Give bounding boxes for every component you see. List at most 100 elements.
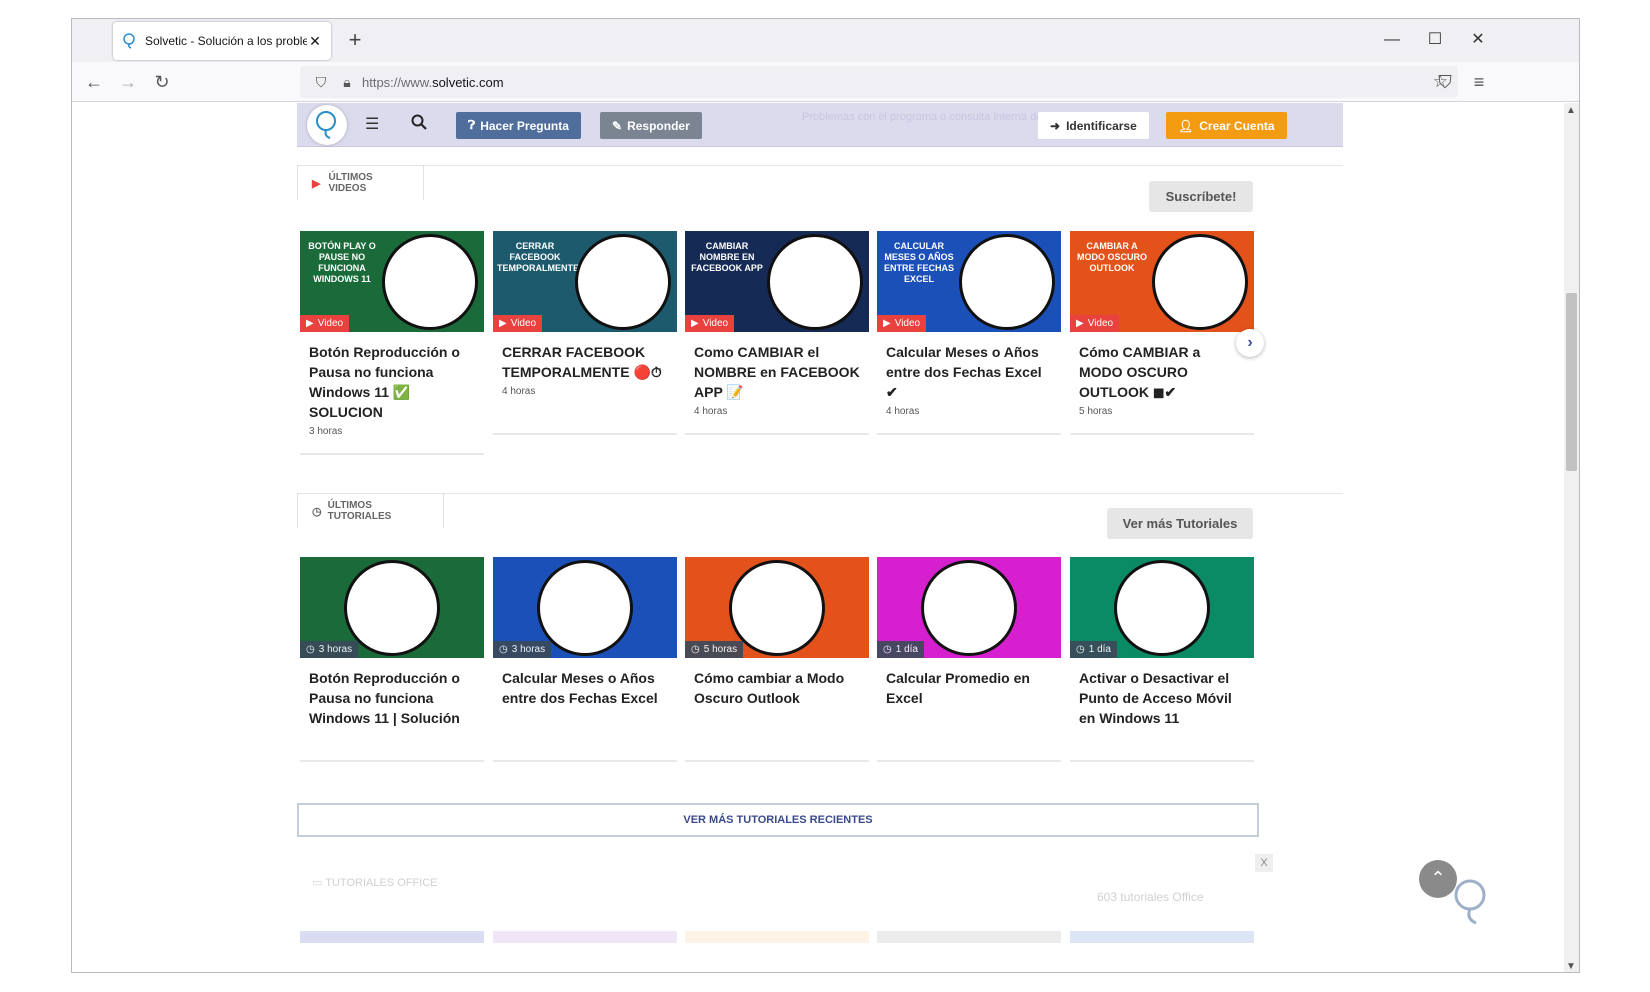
latest-videos-tab[interactable]: ▶ ÚLTIMOS VIDEOS <box>297 165 424 200</box>
tutorial-card[interactable]: ◷ 1 día Calcular Promedio en Excel <box>877 557 1061 708</box>
tutorial-thumbnail[interactable]: ◷ 3 horas <box>493 557 677 658</box>
solvetic-watermark-icon <box>1446 873 1496 933</box>
tutorial-card[interactable]: ◷ 5 horas Cómo cambiar a Modo Oscuro Outl… <box>685 557 869 708</box>
thumbnail-illustration <box>382 234 478 330</box>
play-icon: ▶ <box>306 318 314 329</box>
video-thumbnail[interactable]: BOTÓN PLAY O PAUSE NO FUNCIONA WINDOWS 1… <box>300 231 484 332</box>
tutorial-title[interactable]: Calcular Meses o Años entre dos Fechas E… <box>493 658 677 708</box>
signup-button[interactable]: 👤︎ Crear Cuenta <box>1166 112 1287 139</box>
more-tutorials-button[interactable]: Ver más Tutoriales <box>1107 508 1253 539</box>
office-thumb[interactable] <box>685 931 869 943</box>
scroll-up-icon[interactable]: ▲ <box>1566 105 1576 116</box>
more-recent-tutorials-button[interactable]: VER MÁS TUTORIALES RECIENTES <box>297 803 1259 837</box>
video-card[interactable]: CALCULAR MESES O AÑOS ENTRE FECHAS EXCEL… <box>877 231 1061 417</box>
forward-icon[interactable]: → <box>114 69 142 95</box>
pocket-icon[interactable]: ⛉ <box>1431 69 1459 95</box>
subscribe-button[interactable]: Suscríbete! <box>1149 181 1253 212</box>
scrollbar-thumb[interactable] <box>1566 293 1577 471</box>
back-icon[interactable]: ← <box>80 69 108 95</box>
latest-videos-label: ÚLTIMOS VIDEOS <box>328 172 373 194</box>
thumbnail-illustration <box>921 560 1017 656</box>
tutorial-time-badge: ◷ 5 horas <box>685 641 744 658</box>
play-icon: ▶ <box>499 318 507 329</box>
video-card[interactable]: BOTÓN PLAY O PAUSE NO FUNCIONA WINDOWS 1… <box>300 231 484 437</box>
vertical-scrollbar[interactable]: ▲ ▼ <box>1564 103 1579 972</box>
tutorial-title[interactable]: Activar o Desactivar el Punto de Acceso … <box>1070 658 1254 728</box>
latest-tutorials-tab[interactable]: ◷ ÚLTIMOS TUTORIALES <box>297 493 444 528</box>
solvetic-logo[interactable] <box>307 105 347 145</box>
video-thumbnail[interactable]: CAMBIAR NOMBRE EN FACEBOOK APP ▶ Video <box>685 231 869 332</box>
tutorial-thumbnail[interactable]: ◷ 1 día <box>1070 557 1254 658</box>
video-time: 3 horas <box>309 426 343 437</box>
video-badge: ▶ Video <box>877 315 927 332</box>
tutorial-card[interactable]: ◷ 3 horas Botón Reproducción o Pausa no f… <box>300 557 484 728</box>
card-underline <box>877 433 1061 435</box>
minimize-button[interactable]: — <box>1377 27 1407 53</box>
office-tutorials-label: TUTORIALES OFFICE <box>325 877 438 889</box>
video-title[interactable]: Botón Reproducción o Pausa no funciona W… <box>300 332 484 422</box>
latest-tutorials-label: ÚLTIMOS TUTORIALES <box>327 500 392 522</box>
browser-tab[interactable]: Solvetic - Solución a los problem ✕ <box>113 22 331 60</box>
office-thumb[interactable] <box>1070 931 1254 943</box>
video-title[interactable]: Cómo CAMBIAR a MODO OSCURO OUTLOOK ◼✔ <box>1070 332 1254 402</box>
office-tutorials-tab[interactable]: ▭ TUTORIALES OFFICE <box>312 876 438 889</box>
office-count: 603 tutoriales Office <box>1097 890 1204 904</box>
edit-icon: ✎ <box>612 118 623 133</box>
page-viewport: ☰ ❓︎ Hacer Pregunta ✎ Responder Problema… <box>72 103 1565 972</box>
office-thumb[interactable] <box>493 931 677 943</box>
login-button[interactable]: ➜ Identificarse <box>1038 112 1149 139</box>
office-thumb[interactable] <box>877 931 1061 943</box>
video-title[interactable]: Como CAMBIAR el NOMBRE en FACEBOOK APP 📝 <box>685 332 869 402</box>
signup-label: Crear Cuenta <box>1199 118 1275 133</box>
tutorial-thumbnail[interactable]: ◷ 5 horas <box>685 557 869 658</box>
lock-icon[interactable]: 🔒︎ <box>336 74 358 91</box>
tutorial-time-badge: ◷ 1 día <box>1070 641 1117 658</box>
tutorial-thumbnail[interactable]: ◷ 3 horas <box>300 557 484 658</box>
video-title[interactable]: CERRAR FACEBOOK TEMPORALMENTE 🔴⏱ <box>493 332 677 382</box>
thumbnail-text: CALCULAR MESES O AÑOS ENTRE FECHAS EXCEL <box>883 241 954 284</box>
office-thumb[interactable] <box>300 931 484 943</box>
close-window-button[interactable]: ✕ <box>1463 27 1493 53</box>
carousel-next-icon[interactable]: › <box>1236 329 1264 357</box>
reload-icon[interactable]: ↻ <box>148 69 176 95</box>
tab-title: Solvetic - Solución a los problem <box>145 34 307 48</box>
video-thumbnail[interactable]: CALCULAR MESES O AÑOS ENTRE FECHAS EXCEL… <box>877 231 1061 332</box>
clock-icon: ◷ <box>1076 644 1085 655</box>
solvetic-favicon-icon <box>123 33 135 49</box>
menu-icon[interactable]: ≡ <box>1465 69 1493 95</box>
close-ad-button[interactable]: X <box>1255 854 1273 872</box>
section-divider <box>297 493 1343 494</box>
card-underline <box>300 453 484 455</box>
thumbnail-illustration <box>959 234 1055 330</box>
play-icon: ▶ <box>1076 318 1084 329</box>
clock-icon: ◷ <box>691 644 700 655</box>
clock-icon: ◷ <box>306 644 315 655</box>
new-tab-button[interactable]: + <box>341 27 369 55</box>
user-plus-icon: 👤︎ <box>1178 118 1194 133</box>
maximize-button[interactable]: ☐ <box>1420 27 1450 53</box>
video-card[interactable]: CAMBIAR A MODO OSCURO OUTLOOK ▶ Video Cóm… <box>1070 231 1254 417</box>
tutorial-title[interactable]: Calcular Promedio en Excel <box>877 658 1061 708</box>
hamburger-menu-icon[interactable]: ☰ <box>365 114 379 134</box>
shield-icon[interactable]: ⛉ <box>310 74 332 91</box>
tutorial-card[interactable]: ◷ 1 día Activar o Desactivar el Punto de … <box>1070 557 1254 728</box>
video-title[interactable]: Calcular Meses o Años entre dos Fechas E… <box>877 332 1061 402</box>
address-bar[interactable]: ⛉ 🔒︎ https://www. solvetic.com ☆ <box>300 66 1458 98</box>
ask-question-button[interactable]: ❓︎ Hacer Pregunta <box>456 112 581 139</box>
video-time: 5 horas <box>1079 406 1113 417</box>
video-card[interactable]: CERRAR FACEBOOK TEMPORALMENTE ▶ Video CER… <box>493 231 677 397</box>
tutorial-thumbnail[interactable]: ◷ 1 día <box>877 557 1061 658</box>
tutorial-card[interactable]: ◷ 3 horas Calcular Meses o Años entre dos… <box>493 557 677 708</box>
tutorial-time-badge: ◷ 3 horas <box>493 641 552 658</box>
search-icon[interactable] <box>411 114 427 135</box>
scroll-down-icon[interactable]: ▼ <box>1566 961 1576 972</box>
tab-close-icon[interactable]: ✕ <box>307 33 323 50</box>
tutorial-title[interactable]: Cómo cambiar a Modo Oscuro Outlook <box>685 658 869 708</box>
video-card[interactable]: CAMBIAR NOMBRE EN FACEBOOK APP ▶ Video Co… <box>685 231 869 417</box>
tutorial-title[interactable]: Botón Reproducción o Pausa no funciona W… <box>300 658 484 728</box>
video-thumbnail[interactable]: CAMBIAR A MODO OSCURO OUTLOOK ▶ Video <box>1070 231 1254 332</box>
thumbnail-illustration <box>729 560 825 656</box>
answer-button[interactable]: ✎ Responder <box>600 112 702 139</box>
url-prefix: https://www. <box>362 74 433 90</box>
video-thumbnail[interactable]: CERRAR FACEBOOK TEMPORALMENTE ▶ Video <box>493 231 677 332</box>
